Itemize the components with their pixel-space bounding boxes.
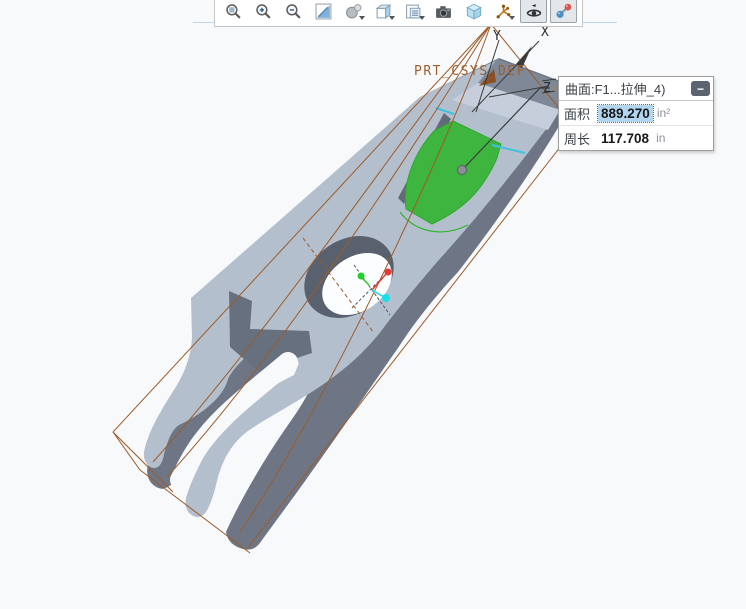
display-style-button[interactable] xyxy=(340,0,367,23)
zoom-window-icon xyxy=(225,3,242,20)
datum-tree-button[interactable] xyxy=(490,0,517,23)
zoom-window-button[interactable] xyxy=(220,0,247,23)
area-value[interactable]: 889.270 xyxy=(598,105,653,122)
csys-name-label[interactable]: PRT_CSYS_DEF xyxy=(414,64,526,79)
area-row: 面积 889.270 in² xyxy=(559,101,713,125)
perimeter-label: 周长 xyxy=(564,129,598,148)
dropdown-arrow-icon[interactable] xyxy=(509,16,515,20)
fork-gap-between-tips xyxy=(145,495,225,560)
visibility-eye-button[interactable] xyxy=(520,0,547,23)
camera-icon xyxy=(435,3,452,20)
zoom-out-icon xyxy=(285,3,302,20)
view-manager-button[interactable] xyxy=(460,0,487,23)
axis-label-y: Y xyxy=(493,29,501,44)
popup-title: 曲面:F1...拉伸_4) xyxy=(565,79,665,98)
dropdown-arrow-icon[interactable] xyxy=(389,16,395,20)
axis-label-z: Z xyxy=(543,81,551,96)
datum-display-filters-button[interactable] xyxy=(400,0,427,23)
saved-view-button[interactable] xyxy=(430,0,457,23)
zoom-out-button[interactable] xyxy=(280,0,307,23)
eye-icon xyxy=(525,2,543,20)
glass-box-icon xyxy=(465,2,483,20)
graphics-toolbar xyxy=(214,0,583,27)
area-label: 面积 xyxy=(564,104,598,123)
node-link-icon xyxy=(555,2,573,20)
axis-label-x: X xyxy=(541,25,549,40)
dropdown-arrow-icon[interactable] xyxy=(419,16,425,20)
hidden-line-button[interactable] xyxy=(370,0,397,23)
perimeter-unit: in xyxy=(656,131,665,145)
measure-result-popup[interactable]: 曲面:F1...拉伸_4) − 面积 889.270 in² 周长 117.70… xyxy=(558,76,714,151)
zoom-in-icon xyxy=(255,3,272,20)
leader-anchor-dot xyxy=(458,166,467,175)
perimeter-value[interactable]: 117.708 xyxy=(598,130,652,147)
refit-icon xyxy=(315,3,332,20)
refit-button[interactable] xyxy=(310,0,337,23)
area-unit: in² xyxy=(657,106,670,120)
zoom-in-button[interactable] xyxy=(250,0,277,23)
analysis-nodes-button[interactable] xyxy=(550,0,577,23)
perimeter-row: 周长 117.708 in xyxy=(559,125,713,150)
popup-header[interactable]: 曲面:F1...拉伸_4) − xyxy=(559,77,713,101)
dropdown-arrow-icon[interactable] xyxy=(359,16,365,20)
collapse-button[interactable]: − xyxy=(691,81,710,96)
